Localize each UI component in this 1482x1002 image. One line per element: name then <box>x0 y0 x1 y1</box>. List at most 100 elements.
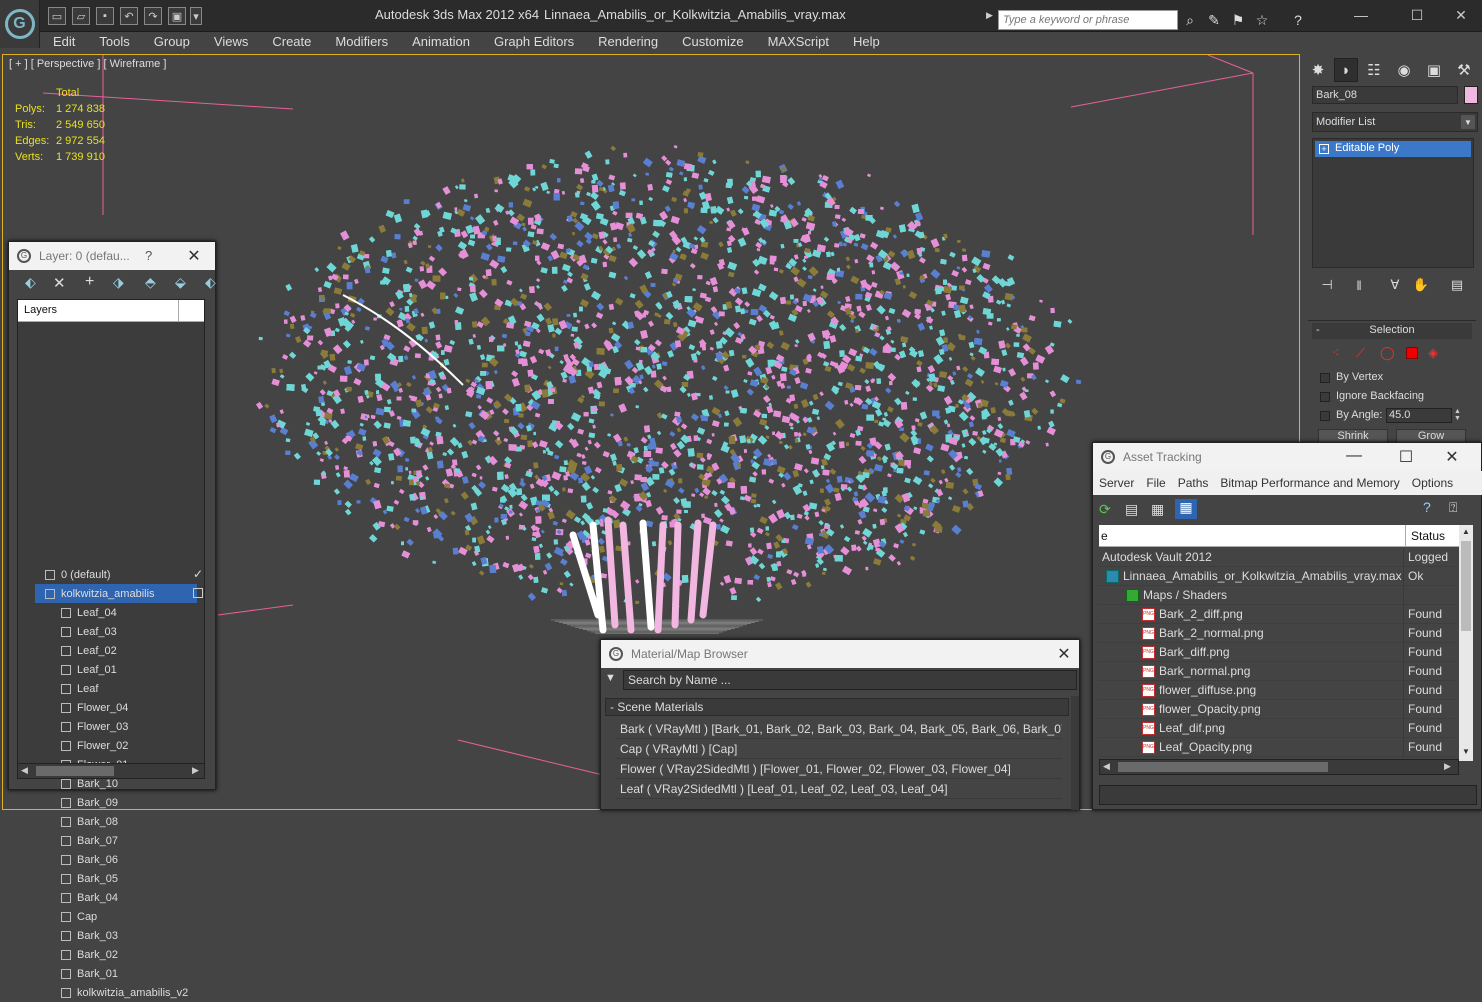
leaf-mesh <box>786 569 793 575</box>
leaf-mesh <box>816 416 820 421</box>
search-input[interactable]: Type a keyword or phrase <box>998 10 1178 30</box>
favorites-star-icon[interactable]: ☆ <box>1252 10 1272 30</box>
menu-views[interactable]: Views <box>201 32 259 52</box>
help-icon[interactable]: ? <box>1288 10 1308 30</box>
leaf-mesh <box>665 172 673 178</box>
leaf-mesh <box>733 322 741 330</box>
leaf-mesh <box>683 163 692 170</box>
leaf-mesh <box>693 435 699 441</box>
leaf-mesh <box>894 397 902 406</box>
menu-maxscript[interactable]: MAXScript <box>755 32 840 52</box>
leaf-mesh <box>584 323 590 330</box>
leaf-mesh <box>566 277 573 284</box>
leaf-mesh <box>726 207 731 212</box>
menu-tools[interactable]: Tools <box>86 32 140 52</box>
leaf-mesh <box>512 563 520 573</box>
leaf-mesh <box>1006 327 1010 331</box>
leaf-mesh <box>285 438 291 443</box>
leaf-mesh <box>391 252 397 259</box>
leaf-mesh <box>766 341 775 349</box>
menu-edit[interactable]: Edit <box>40 32 86 52</box>
maximize-icon[interactable]: ☐ <box>1400 4 1434 26</box>
leaf-mesh <box>893 468 898 473</box>
leaf-mesh <box>375 407 385 416</box>
leaf-mesh <box>461 178 465 183</box>
leaf-mesh <box>383 406 391 413</box>
leaf-mesh <box>533 431 537 436</box>
minimize-icon[interactable]: — <box>1344 4 1378 26</box>
leaf-mesh <box>575 192 580 198</box>
leaf-mesh <box>696 452 704 459</box>
leaf-mesh <box>718 241 724 248</box>
leaf-mesh <box>647 434 652 440</box>
leaf-mesh <box>500 514 507 519</box>
menu-rendering[interactable]: Rendering <box>585 32 669 52</box>
leaf-mesh <box>465 411 473 418</box>
leaf-mesh <box>342 274 349 280</box>
leaf-mesh <box>269 427 277 434</box>
open-file-icon[interactable]: ▱ <box>72 7 90 25</box>
leaf-mesh <box>436 308 441 314</box>
leaf-mesh <box>293 452 301 460</box>
leaf-mesh <box>879 335 885 341</box>
redo-icon[interactable]: ↷ <box>144 7 162 25</box>
leaf-mesh <box>385 209 395 219</box>
leaf-mesh <box>948 496 953 501</box>
save-file-icon[interactable]: ▪ <box>96 7 114 25</box>
leaf-mesh <box>485 208 490 213</box>
communication-icon[interactable]: ⚑ <box>1228 10 1248 30</box>
menu-graph-editors[interactable]: Graph Editors <box>481 32 585 52</box>
leaf-mesh <box>867 173 871 178</box>
menu-customize[interactable]: Customize <box>669 32 754 52</box>
leaf-mesh <box>665 311 674 320</box>
leaf-mesh <box>662 185 670 193</box>
menu-modifiers[interactable]: Modifiers <box>322 32 399 52</box>
leaf-mesh <box>1000 299 1006 305</box>
leaf-mesh <box>362 436 367 441</box>
menu-animation[interactable]: Animation <box>399 32 481 52</box>
leaf-mesh <box>890 339 895 344</box>
leaf-mesh <box>535 255 540 261</box>
binoculars-icon[interactable]: ⌕ <box>1180 10 1200 30</box>
app-logo-button[interactable]: G <box>0 0 40 48</box>
close-icon[interactable]: ✕ <box>1444 4 1478 26</box>
leaf-mesh <box>715 205 725 215</box>
leaf-mesh <box>405 266 413 273</box>
leaf-mesh <box>725 540 733 547</box>
leaf-mesh <box>786 300 791 305</box>
undo-icon[interactable]: ↶ <box>120 7 138 25</box>
leaf-mesh <box>471 561 477 566</box>
leaf-mesh <box>952 371 957 376</box>
leaf-mesh <box>665 159 672 166</box>
hold-icon[interactable]: ▣ <box>168 7 186 25</box>
leaf-mesh <box>1044 379 1050 384</box>
leaf-mesh <box>356 500 361 504</box>
leaf-mesh <box>854 385 862 391</box>
leaf-mesh <box>823 567 827 572</box>
leaf-mesh <box>390 380 400 391</box>
leaf-mesh <box>818 177 823 181</box>
menu-help[interactable]: Help <box>840 32 891 52</box>
leaf-mesh <box>728 349 735 357</box>
menu-create[interactable]: Create <box>259 32 322 52</box>
search-expand-icon[interactable]: ▶ <box>986 10 996 30</box>
menu-group[interactable]: Group <box>141 32 201 52</box>
leaf-mesh <box>714 509 723 518</box>
wrench-icon[interactable]: ✎ <box>1204 10 1224 30</box>
leaf-mesh <box>767 581 772 588</box>
leaf-mesh <box>393 213 403 223</box>
leaf-mesh <box>1013 342 1020 347</box>
leaf-mesh <box>335 327 340 333</box>
leaf-mesh <box>994 381 999 386</box>
leaf-mesh <box>728 436 736 445</box>
leaf-mesh <box>1032 362 1039 370</box>
leaf-mesh <box>809 479 814 485</box>
leaf-mesh <box>474 193 478 199</box>
new-file-icon[interactable]: ▭ <box>48 7 66 25</box>
leaf-mesh <box>526 164 533 170</box>
quick-access-dropdown-icon[interactable]: ▾ <box>190 7 202 25</box>
leaf-mesh <box>285 283 293 292</box>
leaf-mesh <box>586 502 594 510</box>
leaf-mesh <box>412 235 418 241</box>
leaf-mesh <box>353 377 362 386</box>
